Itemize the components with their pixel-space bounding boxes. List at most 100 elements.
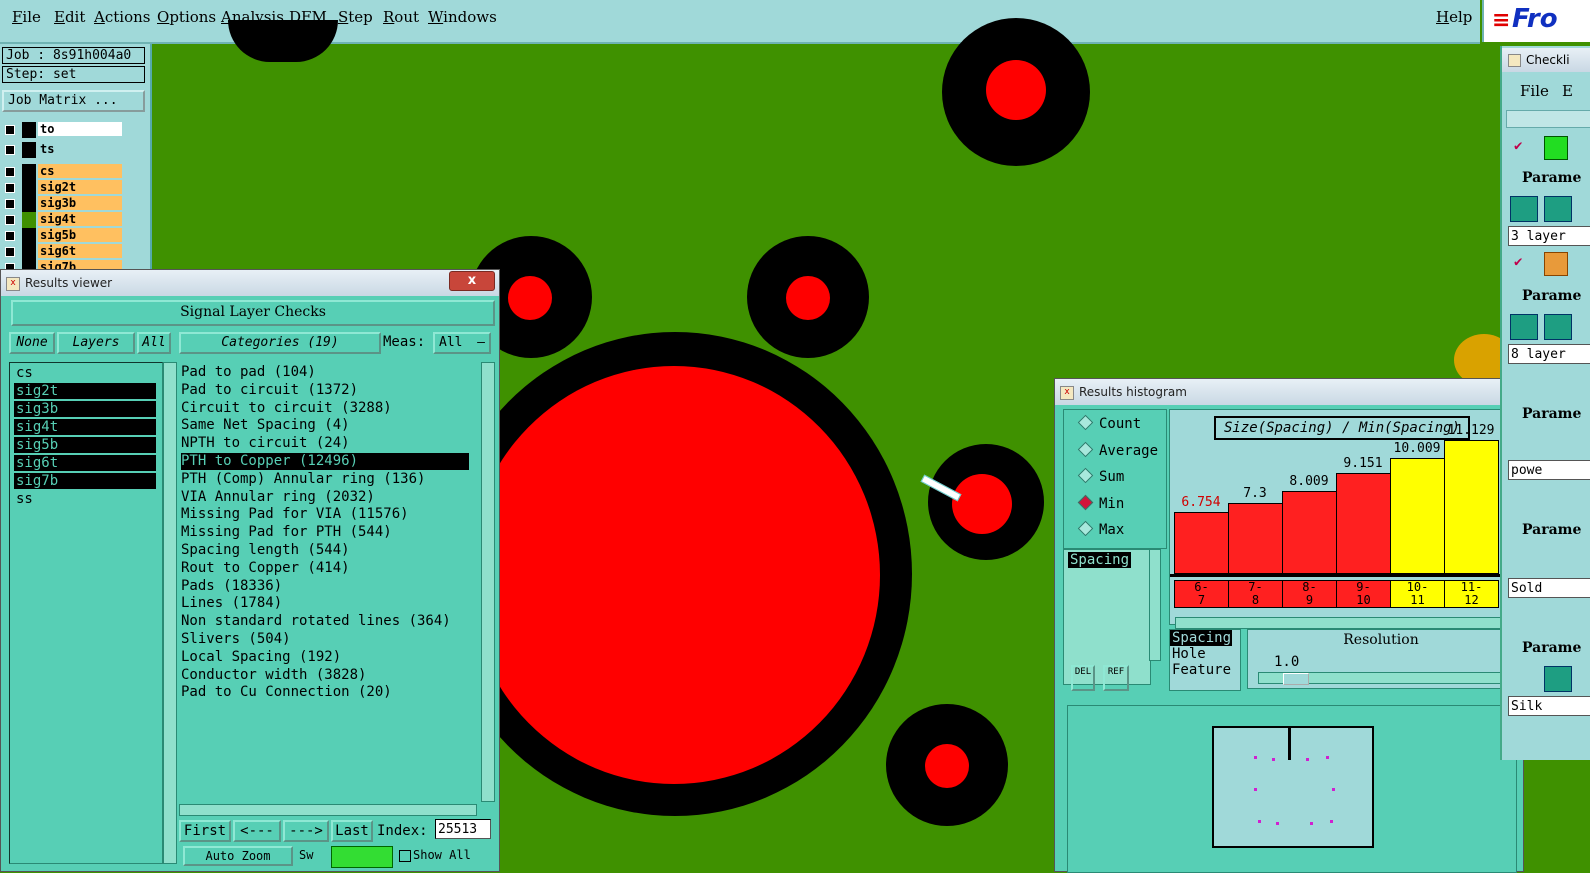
layer-name[interactable]: sig6t [38, 244, 122, 258]
layer-checkbox[interactable] [5, 215, 15, 225]
layer-row[interactable]: ts [2, 142, 147, 158]
histogram-titlebar[interactable]: x Results histogram [1055, 379, 1523, 405]
layer-checkbox[interactable] [5, 167, 15, 177]
categories-button[interactable]: Categories (19) [179, 332, 381, 354]
results-layer-item[interactable]: sig7b [14, 473, 156, 489]
category-item[interactable]: Same Net Spacing (4) [181, 417, 469, 434]
category-item[interactable]: Pad to circuit (1372) [181, 382, 469, 399]
runner-icon[interactable] [1510, 196, 1538, 222]
checklist-menu-edit[interactable]: E [1562, 82, 1573, 100]
layer-row[interactable]: sig3b [2, 196, 147, 212]
category-list[interactable]: Pad to pad (104) Pad to circuit (1372) Cir… [179, 362, 475, 800]
mode-radio-average[interactable]: Average [1077, 441, 1158, 459]
menu-windows[interactable]: Windows [428, 8, 497, 26]
histogram-bar[interactable] [1390, 458, 1445, 574]
show-all-checkbox[interactable] [399, 850, 411, 862]
next-button[interactable]: ---> [283, 820, 329, 842]
layer-name[interactable]: sig2t [38, 180, 122, 194]
results-layer-item[interactable]: sig6t [14, 455, 156, 471]
category-item[interactable]: Non standard rotated lines (364) [181, 613, 469, 630]
runner-icon[interactable] [1510, 314, 1538, 340]
menu-rout[interactable]: Rout [383, 8, 419, 26]
first-button[interactable]: First [179, 820, 231, 842]
all-button[interactable]: All [137, 332, 171, 354]
layers-field[interactable]: 3 layer [1508, 226, 1590, 246]
layer-row[interactable]: sig5b [2, 228, 147, 244]
check-mark-icon[interactable]: ✔ [1514, 138, 1522, 154]
ref-button[interactable]: REF [1103, 665, 1129, 691]
resolution-slider[interactable] [1258, 672, 1506, 685]
attribute-scrollbar[interactable] [1149, 549, 1161, 661]
layer-name[interactable]: sig5b [38, 228, 122, 242]
layers-field[interactable]: powe [1508, 460, 1590, 480]
category-item[interactable]: Rout to Copper (414) [181, 560, 469, 577]
category-item[interactable]: NPTH to circuit (24) [181, 435, 469, 452]
layer-row[interactable]: sig2t [2, 180, 147, 196]
histogram-bar[interactable] [1174, 512, 1229, 574]
board-preview[interactable] [1067, 705, 1517, 873]
bin-label[interactable]: 8- 9 [1282, 580, 1337, 608]
menu-file[interactable]: File [12, 8, 41, 26]
mode-radio-count[interactable]: Count [1077, 414, 1141, 432]
layer-row[interactable]: to [2, 122, 147, 138]
del-button[interactable]: DEL [1071, 665, 1095, 691]
slider-thumb[interactable] [1283, 673, 1309, 685]
layer-name[interactable]: sig4t [38, 212, 122, 226]
results-layer-item[interactable]: sig3b [14, 401, 156, 417]
layers-field[interactable]: Silk [1508, 696, 1590, 716]
bin-label[interactable]: 7- 8 [1228, 580, 1283, 608]
layer-row[interactable]: cs [2, 164, 147, 180]
feature-feature[interactable]: Feature [1170, 662, 1240, 678]
category-item[interactable]: VIA Annular ring (2032) [181, 489, 469, 506]
layer-checkbox[interactable] [5, 183, 15, 193]
bin-label[interactable]: 6- 7 [1174, 580, 1229, 608]
results-viewer-titlebar[interactable]: x Results viewer [1, 270, 499, 296]
results-layer-item[interactable]: sig2t [14, 383, 156, 399]
mode-radio-max[interactable]: Max [1077, 520, 1124, 538]
category-list-scrollbar[interactable] [481, 362, 495, 802]
meas-dropdown[interactable]: All – [433, 332, 491, 354]
category-item[interactable]: Slivers (504) [181, 631, 469, 648]
none-button[interactable]: None [9, 332, 55, 354]
category-item[interactable]: Conductor width (3828) [181, 667, 469, 684]
layer-row[interactable]: sig6t [2, 244, 147, 260]
job-matrix-button[interactable]: Job Matrix ... [2, 90, 145, 112]
category-item[interactable]: Local Spacing (192) [181, 649, 469, 666]
chart-hscrollbar[interactable] [1175, 617, 1509, 629]
layer-checkbox[interactable] [5, 145, 15, 155]
checklist-menu-file[interactable]: File [1520, 82, 1549, 100]
feature-hole[interactable]: Hole [1170, 646, 1240, 662]
histogram-bar[interactable] [1282, 491, 1337, 574]
category-item[interactable]: Pad to pad (104) [181, 364, 469, 381]
menu-options[interactable]: Options [157, 8, 216, 26]
runner-icon[interactable] [1544, 196, 1572, 222]
layer-name[interactable]: ts [38, 142, 122, 156]
layer-row[interactable]: sig4t [2, 212, 147, 228]
feature-list[interactable]: Spacing Hole Feature [1169, 629, 1241, 691]
category-item[interactable]: Missing Pad for VIA (11576) [181, 506, 469, 523]
runner-icon[interactable] [1544, 666, 1572, 692]
close-button[interactable]: x [449, 271, 495, 291]
category-item[interactable]: Lines (1784) [181, 595, 469, 612]
menu-help[interactable]: Help [1436, 8, 1472, 26]
layers-field[interactable]: Sold [1508, 578, 1590, 598]
layer-checkbox[interactable] [5, 247, 15, 257]
menu-edit[interactable]: Edit [54, 8, 85, 26]
action-status-icon[interactable] [1544, 136, 1568, 160]
category-item[interactable]: Pad to Cu Connection (20) [181, 684, 469, 701]
results-layer-item[interactable]: cs [14, 365, 156, 381]
category-item[interactable]: Spacing length (544) [181, 542, 469, 559]
histogram-bar[interactable] [1336, 473, 1391, 574]
last-button[interactable]: Last [331, 820, 373, 842]
runner-icon[interactable] [1544, 314, 1572, 340]
menu-actions[interactable]: Actions [94, 8, 150, 26]
layers-button[interactable]: Layers [57, 332, 135, 354]
layer-checkbox[interactable] [5, 125, 15, 135]
category-item[interactable]: Missing Pad for PTH (544) [181, 524, 469, 541]
index-input[interactable]: 25513 [435, 819, 491, 839]
prev-button[interactable]: <--- [233, 820, 281, 842]
attribute-spacing[interactable]: Spacing [1068, 552, 1132, 568]
layer-name[interactable]: to [38, 122, 122, 136]
histogram-bar[interactable] [1228, 503, 1283, 574]
layer-checkbox[interactable] [5, 199, 15, 209]
